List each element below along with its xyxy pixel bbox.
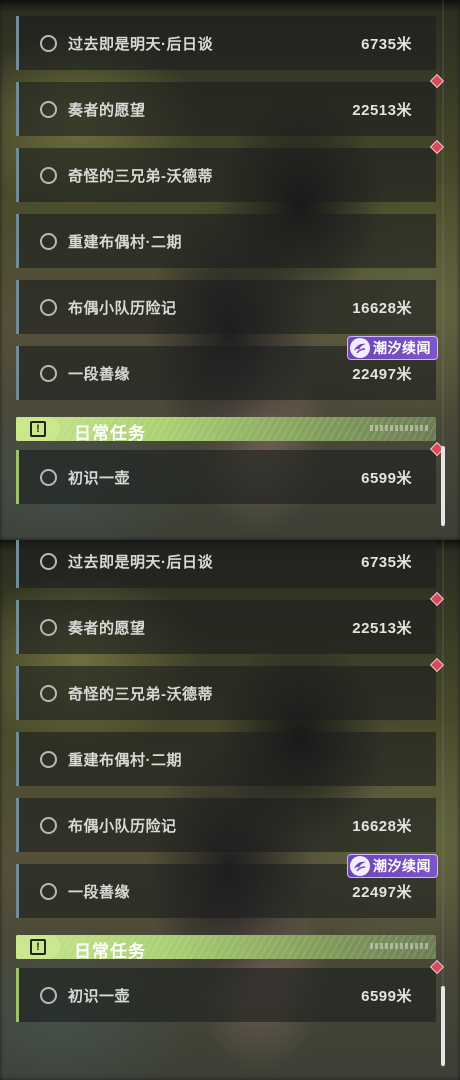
quest-title: 奏者的愿望 [68,102,146,119]
quest-distance: 16628米 [352,300,412,317]
quest-radio-icon[interactable] [40,299,57,316]
quest-distance: 6599米 [361,988,412,1005]
quest-title: 初识一壶 [68,470,131,487]
quest-title: 布偶小队历险记 [68,300,177,317]
event-badge: 潮汐续闻 [347,854,438,878]
quest-radio-icon[interactable] [40,469,57,486]
event-badge-label: 潮汐续闻 [373,340,431,356]
quest-row[interactable]: 奇怪的三兄弟-沃德蒂 [16,139,445,202]
exclamation-box-icon: ! [16,417,60,441]
tide-emblem-icon [350,338,370,358]
screen: 过去即是明天·后日谈 6735米 奏者的愿望 22513米 奇怪的三兄弟-沃德蒂… [0,0,460,1080]
daily-section-header: ! 日常任务 [16,417,436,443]
section-title: 日常任务 [74,942,146,961]
exclamation-box-icon: ! [16,935,60,959]
quest-radio-icon[interactable] [40,35,57,52]
scrollbar-thumb[interactable] [441,446,445,526]
quest-row[interactable]: 过去即是明天·后日谈 6735米 [16,16,436,70]
quest-row[interactable]: 一段善缘 22497米 潮汐续闻 [16,854,438,918]
quest-radio-icon[interactable] [40,987,57,1004]
quest-row[interactable]: 奏者的愿望 22513米 [16,591,445,654]
quest-radio-icon[interactable] [40,619,57,636]
quest-distance: 6735米 [361,36,412,53]
event-badge-label: 潮汐续闻 [373,858,431,874]
quest-title: 初识一壶 [68,988,131,1005]
quest-distance: 6599米 [361,470,412,487]
quest-row[interactable]: 过去即是明天·后日谈 6735米 [16,540,436,588]
quest-radio-icon[interactable] [40,167,57,184]
quest-row[interactable]: 初识一壶 6599米 [16,441,445,504]
section-decoration [370,425,428,431]
quest-row[interactable]: 一段善缘 22497米 潮汐续闻 [16,336,438,400]
quest-title: 奇怪的三兄弟-沃德蒂 [68,168,213,185]
quest-distance: 22513米 [352,620,412,637]
quest-row[interactable]: 布偶小队历险记 16628米 [16,280,436,334]
quest-title: 布偶小队历险记 [68,818,177,835]
event-badge: 潮汐续闻 [347,336,438,360]
quest-title: 过去即是明天·后日谈 [68,554,213,571]
quest-radio-icon[interactable] [40,817,57,834]
tide-emblem-icon [350,856,370,876]
quest-radio-icon[interactable] [40,685,57,702]
quest-title: 一段善缘 [68,366,131,383]
quest-row[interactable]: 奇怪的三兄弟-沃德蒂 [16,657,445,720]
quest-row[interactable]: 重建布偶村·二期 [16,214,436,268]
quest-panel-bottom: 过去即是明天·后日谈 6735米 奏者的愿望 22513米 奇怪的三兄弟-沃德蒂… [0,540,460,1080]
top-shade [0,0,460,12]
quest-title: 重建布偶村·二期 [68,234,182,251]
quest-distance: 16628米 [352,818,412,835]
quest-panel-top: 过去即是明天·后日谈 6735米 奏者的愿望 22513米 奇怪的三兄弟-沃德蒂… [0,0,460,540]
quest-row[interactable]: 奏者的愿望 22513米 [16,73,445,136]
quest-radio-icon[interactable] [40,233,57,250]
quest-row[interactable]: 布偶小队历险记 16628米 [16,798,436,852]
quest-title: 奇怪的三兄弟-沃德蒂 [68,686,213,703]
quest-radio-icon[interactable] [40,365,57,382]
daily-section-header: ! 日常任务 [16,935,436,961]
quest-title: 重建布偶村·二期 [68,752,182,769]
quest-distance: 6735米 [361,554,412,571]
quest-distance: 22497米 [352,366,412,383]
quest-radio-icon[interactable] [40,751,57,768]
quest-row[interactable]: 重建布偶村·二期 [16,732,436,786]
quest-radio-icon[interactable] [40,101,57,118]
quest-title: 一段善缘 [68,884,131,901]
quest-radio-icon[interactable] [40,883,57,900]
scrollbar-thumb[interactable] [441,986,445,1066]
quest-title: 奏者的愿望 [68,620,146,637]
quest-row[interactable]: 初识一壶 6599米 [16,959,445,1022]
section-decoration [370,943,428,949]
quest-radio-icon[interactable] [40,553,57,570]
quest-title: 过去即是明天·后日谈 [68,36,213,53]
section-title: 日常任务 [74,424,146,443]
quest-distance: 22513米 [352,102,412,119]
quest-distance: 22497米 [352,884,412,901]
